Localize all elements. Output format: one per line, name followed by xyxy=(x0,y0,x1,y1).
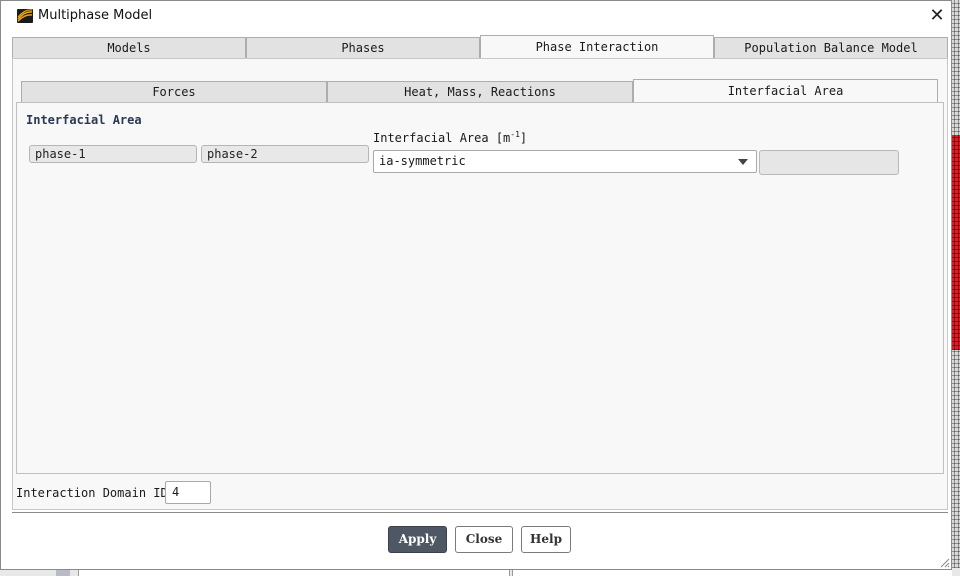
resize-grip-icon[interactable] xyxy=(938,556,950,568)
tab-models[interactable]: Models xyxy=(12,37,246,59)
phase-2-label: phase-2 xyxy=(201,145,369,163)
chevron-down-icon xyxy=(738,159,748,165)
fluent-app-icon xyxy=(17,9,33,23)
main-tab-bar: Models Phases Phase Interaction Populati… xyxy=(12,35,948,59)
section-title: Interfacial Area xyxy=(26,113,142,127)
tab-interfacial-area[interactable]: Interfacial Area xyxy=(633,79,938,103)
tab-forces[interactable]: Forces xyxy=(21,81,327,103)
close-button[interactable]: Close xyxy=(455,526,513,553)
window-title: Multiphase Model xyxy=(38,8,153,23)
tab-heat-mass-reactions[interactable]: Heat, Mass, Reactions xyxy=(327,81,633,103)
interfacial-area-column-label: Interfacial Area [m-1] xyxy=(373,130,528,145)
tab-phases[interactable]: Phases xyxy=(246,37,480,59)
phase-1-label: phase-1 xyxy=(29,145,197,163)
sub-tab-bar: Forces Heat, Mass, Reactions Interfacial… xyxy=(21,79,938,103)
tab-phase-interaction[interactable]: Phase Interaction xyxy=(480,35,714,59)
apply-button[interactable]: Apply xyxy=(388,526,447,553)
title-bar[interactable]: Multiphase Model ✕ xyxy=(1,1,951,31)
interaction-domain-id-label: Interaction Domain ID xyxy=(16,486,168,500)
interfacial-area-selected: ia-symmetric xyxy=(379,154,466,168)
interfacial-area-dropdown[interactable]: ia-symmetric xyxy=(373,150,757,173)
footer-divider xyxy=(12,512,948,513)
help-button[interactable]: Help xyxy=(521,526,571,553)
tab-population-balance-model[interactable]: Population Balance Model xyxy=(714,37,948,59)
close-icon[interactable]: ✕ xyxy=(925,4,949,28)
interaction-domain-id-field[interactable]: 4 xyxy=(165,481,211,504)
interfacial-area-edit-field xyxy=(759,150,899,175)
